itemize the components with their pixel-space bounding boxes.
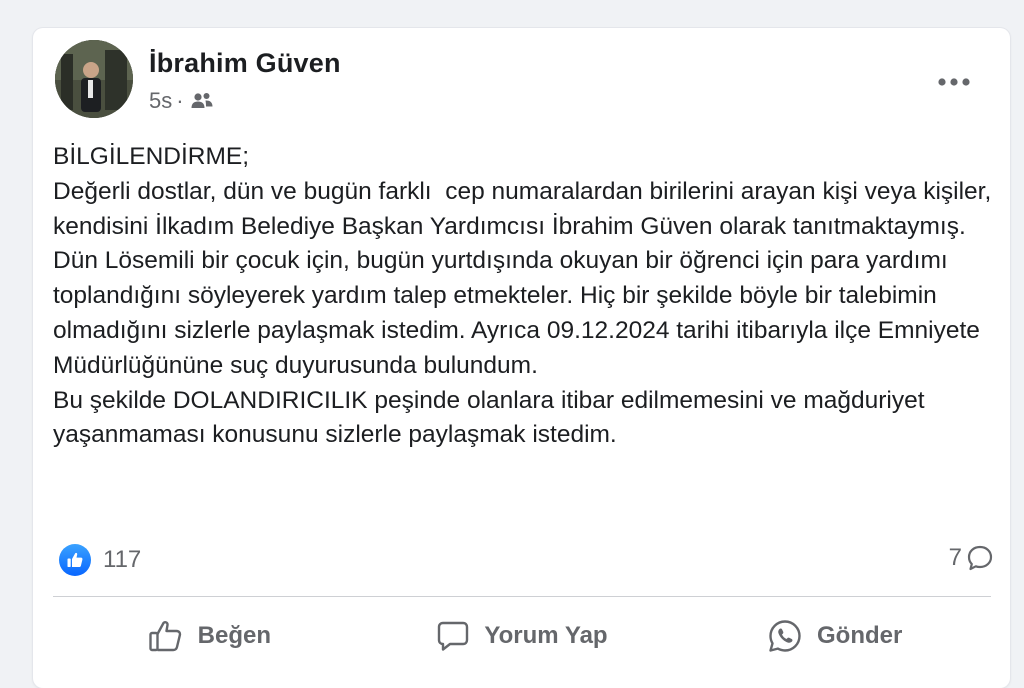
comment-summary[interactable]: 7: [949, 544, 994, 572]
comment-bubble-icon: [436, 619, 470, 653]
post-body-line: Bu şekilde DOLANDIRICILIK peşinde olanla…: [53, 386, 932, 449]
thumbs-up-icon: [148, 619, 184, 653]
send-button[interactable]: Gönder: [678, 608, 991, 664]
like-button-label: Beğen: [197, 622, 272, 649]
like-reaction-icon: [59, 544, 91, 576]
whatsapp-icon: [767, 618, 803, 654]
reaction-count: 117: [103, 546, 142, 573]
post-actions: Beğen Yorum Yap Gönder: [53, 608, 991, 664]
post-body: BİLGİLENDİRME; Değerli dostlar, dün ve b…: [53, 140, 993, 453]
comment-icon: [966, 544, 994, 572]
avatar[interactable]: [55, 40, 133, 118]
reactions-summary[interactable]: 117: [59, 544, 141, 576]
more-options-icon[interactable]: [931, 62, 977, 102]
post-body-line: Değerli dostlar, dün ve bugün farklı cep…: [53, 177, 999, 379]
comment-count: 7: [948, 544, 962, 571]
post-meta: 5s ·: [149, 88, 214, 114]
post-card: İbrahim Güven 5s · BİLGİLENDİRME; Değerl…: [33, 28, 1010, 688]
post-body-line: BİLGİLENDİRME;: [53, 143, 250, 170]
post-stats: 117 7: [59, 540, 994, 580]
send-button-label: Gönder: [817, 622, 903, 649]
meta-separator: ·: [176, 88, 184, 113]
post-header: İbrahim Güven 5s ·: [55, 36, 995, 118]
post-timestamp[interactable]: 5s: [149, 88, 172, 114]
like-button[interactable]: Beğen: [53, 608, 366, 664]
comment-button[interactable]: Yorum Yap: [366, 608, 679, 664]
comment-button-label: Yorum Yap: [484, 622, 608, 649]
author-name[interactable]: İbrahim Güven: [149, 48, 341, 79]
friends-icon[interactable]: [190, 91, 214, 111]
actions-divider: [53, 596, 991, 597]
